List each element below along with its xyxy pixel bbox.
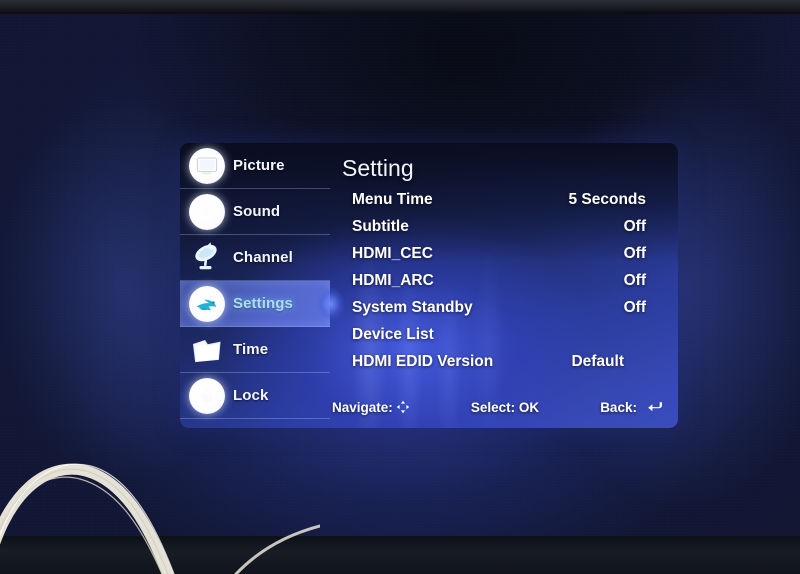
sidebar-item-time[interactable]: Time [180, 327, 330, 373]
osd-panel: Picture Sound Channel Settings Time Lock… [180, 143, 678, 428]
setting-row-hdmi-arc[interactable]: HDMI_ARC Off [352, 272, 660, 299]
sidebar-item-label: Time [233, 341, 269, 358]
sidebar-item-sound[interactable]: Sound [180, 189, 330, 235]
hint-select-label: Select: OK [470, 399, 540, 415]
television-icon-glyph [196, 156, 218, 174]
setting-label: HDMI_CEC [352, 245, 433, 262]
setting-label: Subtitle [352, 218, 409, 235]
sidebar-item-channel[interactable]: Channel [180, 235, 330, 281]
osd-sidebar[interactable]: Picture Sound Channel Settings Time Lock [180, 143, 348, 428]
osd-content: Setting Menu Time 5 Seconds Subtitle Off… [330, 143, 678, 428]
hint-navigate-label: Navigate: [332, 399, 393, 415]
folder-clock-icon [188, 331, 226, 369]
satellite-dish-icon-glyph [195, 242, 217, 270]
setting-row-device-list[interactable]: Device List [352, 326, 660, 353]
sidebar-item-settings[interactable]: Settings [180, 281, 348, 327]
lock-icon-glyph [202, 388, 212, 402]
setting-value[interactable]: Default [567, 353, 660, 371]
ribbon-cable [0, 463, 320, 574]
setting-row-menu-time[interactable]: Menu Time 5 Seconds [352, 191, 660, 218]
sidebar-item-label: Lock [233, 387, 269, 404]
hint-navigate: Navigate: [332, 400, 410, 415]
setting-value[interactable]: Off [567, 272, 660, 290]
speaker-icon [188, 193, 226, 231]
hint-back-label: Back: [600, 399, 637, 415]
settings-swoosh-icon [188, 285, 226, 323]
sidebar-item-label: Picture [233, 157, 285, 174]
setting-label: Menu Time [352, 191, 433, 208]
setting-row-hdmi-edid-version[interactable]: HDMI EDID Version Default [352, 353, 660, 380]
sidebar-item-label: Channel [233, 249, 293, 266]
settings-list: Menu Time 5 Seconds Subtitle Off HDMI_CE… [352, 191, 660, 380]
sidebar-item-label: Sound [233, 203, 281, 220]
dpad-four-arrows-icon [396, 400, 410, 414]
setting-row-subtitle[interactable]: Subtitle Off [352, 218, 660, 245]
setting-value[interactable]: Off [567, 299, 660, 317]
settings-swoosh-icon-glyph [196, 299, 217, 310]
setting-label: HDMI EDID Version [352, 353, 494, 370]
television-icon [188, 147, 226, 185]
sidebar-item-lock[interactable]: Lock [180, 373, 330, 419]
setting-label: System Standby [352, 299, 473, 316]
speaker-icon-glyph [200, 205, 208, 218]
tv-screen-photo: Picture Sound Channel Settings Time Lock… [0, 0, 800, 574]
return-arrow-icon [647, 400, 664, 414]
sidebar-item-picture[interactable]: Picture [180, 143, 330, 189]
setting-value[interactable]: Off [567, 245, 660, 263]
setting-row-system-standby[interactable]: System Standby Off [352, 299, 660, 326]
osd-footer-hints: Navigate: Select: OK Back: [330, 396, 678, 418]
lock-icon [188, 377, 226, 415]
setting-label: HDMI_ARC [352, 272, 434, 289]
folder-clock-icon-glyph [192, 339, 221, 362]
setting-value[interactable]: Off [567, 218, 660, 236]
hint-back: Back: [600, 400, 664, 415]
setting-row-hdmi-cec[interactable]: HDMI_CEC Off [352, 245, 660, 272]
sidebar-item-label: Settings [233, 295, 293, 312]
satellite-dish-icon [188, 239, 226, 277]
setting-value[interactable]: 5 Seconds [567, 191, 660, 209]
setting-label: Device List [352, 326, 434, 343]
tv-bezel-top [0, 0, 800, 14]
hint-select: Select: OK [471, 400, 539, 415]
page-title: Setting [342, 155, 414, 181]
